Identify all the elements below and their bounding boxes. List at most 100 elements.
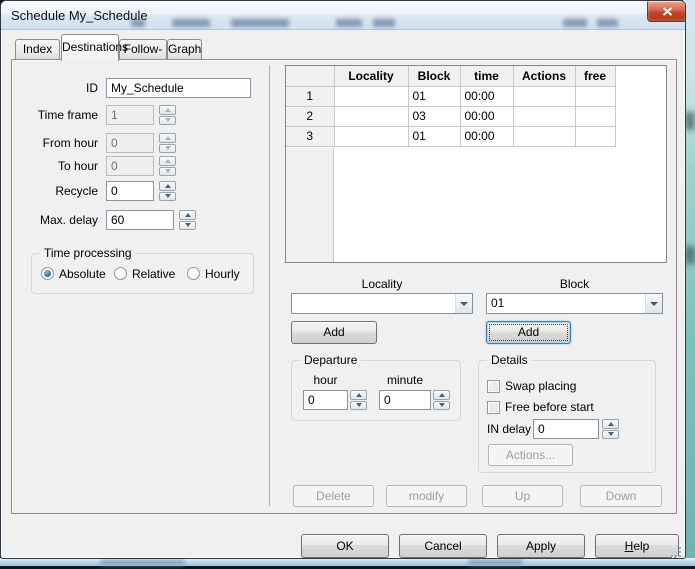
radio-option-hourly[interactable]: Hourly [187, 267, 240, 281]
arrow-up-icon [165, 136, 171, 140]
chevron-down-icon[interactable] [455, 294, 472, 313]
table-row[interactable]: 2 03 00:00 [286, 106, 615, 126]
departure-minute-spinner[interactable] [433, 390, 450, 410]
tab-destinations[interactable]: Destinations [61, 34, 119, 61]
departure-minute-input[interactable] [379, 390, 431, 410]
tab-index[interactable]: Index [15, 39, 60, 60]
spin-down-button[interactable] [179, 221, 196, 231]
table-row[interactable]: 1 01 00:00 [286, 86, 615, 106]
spin-down-button[interactable] [159, 192, 176, 202]
spin-down-button[interactable] [602, 430, 619, 440]
spin-down-button[interactable] [433, 401, 450, 411]
id-label: ID [28, 78, 98, 98]
destinations-table[interactable]: Locality Block time Actions free 1 01 00… [286, 66, 616, 147]
recycle-spinner[interactable] [159, 181, 176, 201]
actions-cell[interactable] [513, 106, 575, 126]
max-delay-input[interactable] [106, 210, 174, 230]
block-cell[interactable]: 01 [408, 126, 460, 146]
help-button[interactable]: Help [595, 534, 679, 558]
title-bar[interactable]: Schedule My_Schedule [1, 1, 685, 30]
add-block-button[interactable]: Add [486, 321, 571, 344]
desktop-background: Schedule My_Schedule Index Destinations … [0, 0, 695, 569]
resize-grip[interactable] [671, 547, 683, 559]
radio-absolute-icon[interactable] [41, 267, 54, 280]
radio-option-relative[interactable]: Relative [114, 267, 175, 281]
actions-cell[interactable] [513, 86, 575, 106]
apply-button[interactable]: Apply [497, 534, 585, 558]
radio-hourly-icon[interactable] [187, 267, 200, 280]
radio-option-absolute[interactable]: Absolute [41, 267, 106, 281]
arrow-down-icon [165, 146, 171, 150]
free-before-start-checkbox[interactable] [487, 401, 500, 414]
destinations-table-panel[interactable]: Locality Block time Actions free 1 01 00… [285, 65, 667, 263]
free-cell[interactable] [575, 106, 615, 126]
chevron-down-icon[interactable] [645, 294, 662, 313]
radio-relative-icon[interactable] [114, 267, 127, 280]
spin-up-button[interactable] [159, 181, 176, 191]
spin-up-button[interactable] [433, 390, 450, 400]
background-menu-blob [336, 19, 362, 27]
row-header-column-extension [286, 148, 334, 262]
block-cell[interactable]: 03 [408, 106, 460, 126]
time-cell[interactable]: 00:00 [460, 106, 513, 126]
header-cell: Actions [513, 66, 575, 86]
table-row[interactable]: 3 01 00:00 [286, 126, 615, 146]
free-cell[interactable] [575, 126, 615, 146]
ok-button[interactable]: OK [301, 534, 389, 558]
tab-graph[interactable]: Graph [167, 39, 202, 60]
button-label: Add [487, 322, 570, 343]
spin-up-button[interactable] [179, 210, 196, 220]
row-number-cell[interactable]: 1 [286, 86, 334, 106]
free-before-start-label: Free before start [505, 400, 594, 414]
hour-label: hour [303, 373, 348, 387]
vertical-divider [269, 65, 270, 506]
max-delay-spinner[interactable] [179, 210, 196, 230]
actions-button: Actions... [488, 444, 573, 466]
id-input[interactable] [106, 78, 251, 98]
arrow-up-icon [165, 159, 171, 163]
spin-up-button[interactable] [350, 390, 367, 400]
arrow-down-icon [165, 118, 171, 122]
block-combobox-value: 01 [487, 294, 645, 313]
time-cell[interactable]: 00:00 [460, 86, 513, 106]
recycle-label: Recycle [28, 181, 98, 201]
button-label: Add [292, 322, 376, 343]
row-number-cell[interactable]: 2 [286, 106, 334, 126]
block-combobox[interactable]: 01 [486, 293, 663, 314]
cancel-button[interactable]: Cancel [399, 534, 487, 558]
spin-up-button [159, 156, 176, 166]
to-hour-input [106, 156, 154, 176]
recycle-input[interactable] [106, 181, 154, 201]
block-cell[interactable]: 01 [408, 86, 460, 106]
close-button[interactable] [647, 1, 686, 22]
spin-up-button[interactable] [602, 419, 619, 429]
time-cell[interactable]: 00:00 [460, 126, 513, 146]
delete-button: Delete [293, 485, 374, 507]
locality-combobox[interactable] [291, 293, 473, 314]
button-label: Help [596, 535, 678, 557]
header-cell: Locality [334, 66, 408, 86]
background-menu-blob [563, 19, 587, 27]
spin-down-button [159, 167, 176, 177]
actions-cell[interactable] [513, 126, 575, 146]
add-locality-button[interactable]: Add [291, 321, 377, 344]
locality-cell[interactable] [334, 86, 408, 106]
background-menu-blob [597, 19, 618, 27]
spin-up-button [159, 105, 176, 115]
header-cell [286, 66, 334, 86]
departure-hour-input[interactable] [303, 390, 348, 410]
minute-label: minute [379, 373, 431, 387]
departure-hour-spinner[interactable] [350, 390, 367, 410]
locality-cell[interactable] [334, 106, 408, 126]
row-number-cell[interactable]: 3 [286, 126, 334, 146]
from-hour-spinner [159, 133, 176, 153]
close-icon [662, 7, 673, 16]
in-delay-spinner[interactable] [602, 419, 619, 439]
spin-down-button[interactable] [350, 401, 367, 411]
free-cell[interactable] [575, 86, 615, 106]
swap-placing-checkbox[interactable] [487, 380, 500, 393]
time-frame-spinner [159, 105, 176, 125]
in-delay-input[interactable] [533, 419, 599, 439]
background-menu-blob [131, 19, 145, 27]
locality-cell[interactable] [334, 126, 408, 146]
